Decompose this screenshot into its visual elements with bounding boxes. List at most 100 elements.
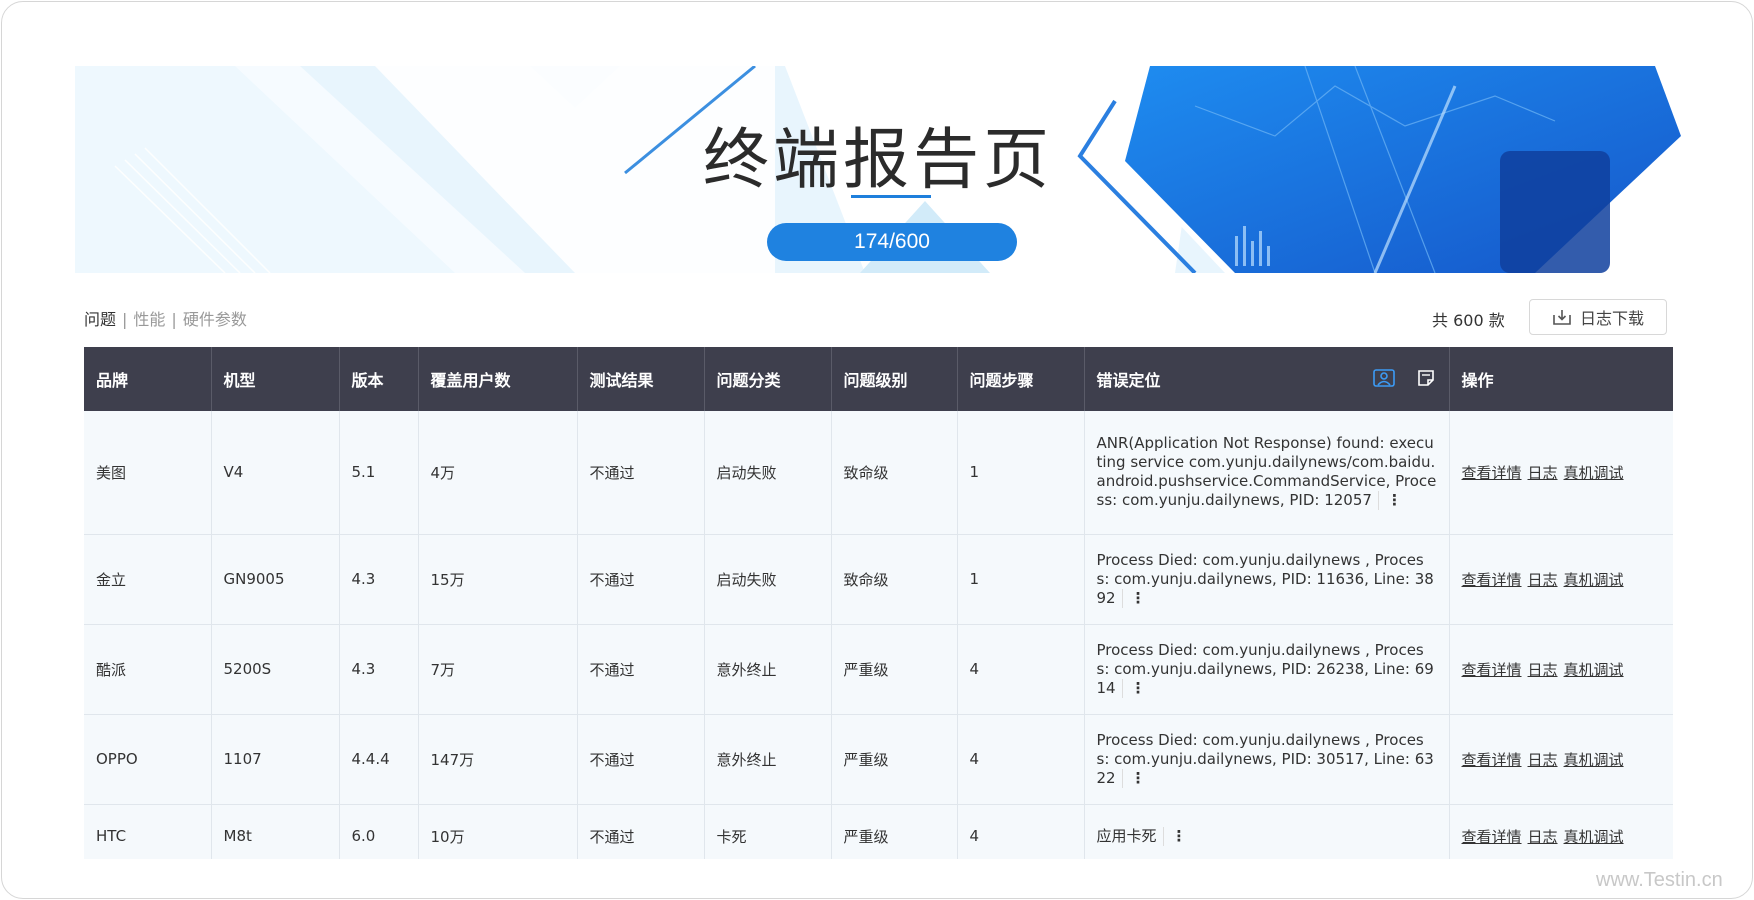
col-header-error-label: 错误定位: [1096, 371, 1161, 390]
error-text: Process Died: com.yunju.dailynews , Proc…: [1096, 640, 1434, 697]
more-icon[interactable]: ⋮: [1377, 491, 1402, 511]
cell-step: 4: [957, 804, 1085, 859]
cell-error: ANR(Application Not Response) found: exe…: [1084, 411, 1450, 535]
col-header-error: 错误定位: [1084, 347, 1450, 411]
cell-category: 意外终止: [704, 624, 832, 715]
cell-result: 不通过: [577, 804, 705, 859]
report-frame: 终端报告页 174/600 问题 | 性能 | 硬件参数 共 600 款 日志下载 品牌…: [1, 1, 1753, 899]
col-header-actions: 操作: [1449, 347, 1673, 411]
error-text: Process Died: com.yunju.dailynews , Proc…: [1096, 550, 1434, 607]
tab-separator: |: [122, 310, 128, 329]
issue-table: 品牌 机型 版本 覆盖用户数 测试结果 问题分类 问题级别 问题步骤 错误定位: [84, 347, 1673, 859]
more-icon[interactable]: ⋮: [1162, 826, 1187, 846]
cell-error: Process Died: com.yunju.dailynews , Proc…: [1084, 714, 1450, 805]
cell-users: 147万: [418, 714, 578, 805]
tab-performance[interactable]: 性能: [133, 306, 165, 330]
cell-category: 意外终止: [704, 714, 832, 805]
cell-category: 卡死: [704, 804, 832, 859]
cell-level: 严重级: [831, 714, 958, 805]
remote-debug-link[interactable]: 真机调试: [1564, 751, 1624, 769]
report-tabs: 问题 | 性能 | 硬件参数: [84, 306, 247, 330]
cell-actions: 查看详情 日志 真机调试: [1449, 624, 1673, 715]
table-header-row: 品牌 机型 版本 覆盖用户数 测试结果 问题分类 问题级别 问题步骤 错误定位: [84, 347, 1673, 411]
cell-step: 4: [957, 714, 1085, 805]
view-detail-link[interactable]: 查看详情: [1462, 464, 1522, 482]
cell-level: 致命级: [831, 411, 958, 535]
cell-error: Process Died: com.yunju.dailynews , Proc…: [1084, 534, 1450, 625]
table-row: 美图 V4 5.1 4万 不通过 启动失败 致命级 1 ANR(Application Not …: [84, 411, 1673, 535]
cell-brand: 金立: [84, 534, 212, 625]
banner: 终端报告页 174/600: [75, 66, 1681, 273]
log-link[interactable]: 日志: [1528, 571, 1558, 589]
log-link[interactable]: 日志: [1528, 464, 1558, 482]
col-header-step: 问题步骤: [957, 347, 1085, 411]
cell-category: 启动失败: [704, 411, 832, 535]
tab-hardware[interactable]: 硬件参数: [183, 306, 247, 330]
remote-debug-link[interactable]: 真机调试: [1564, 661, 1624, 679]
more-icon[interactable]: ⋮: [1121, 768, 1146, 788]
cell-model: 5200S: [211, 624, 340, 715]
cell-step: 4: [957, 624, 1085, 715]
cell-result: 不通过: [577, 624, 705, 715]
log-link[interactable]: 日志: [1528, 751, 1558, 769]
cell-actions: 查看详情 日志 真机调试: [1449, 804, 1673, 859]
cell-result: 不通过: [577, 714, 705, 805]
cell-model: 1107: [211, 714, 340, 805]
remote-debug-link[interactable]: 真机调试: [1564, 571, 1624, 589]
col-header-version: 版本: [339, 347, 419, 411]
remote-debug-link[interactable]: 真机调试: [1564, 464, 1624, 482]
cell-version: 4.4.4: [339, 714, 419, 805]
cell-users: 15万: [418, 534, 578, 625]
cell-step: 1: [957, 534, 1085, 625]
view-detail-link[interactable]: 查看详情: [1462, 751, 1522, 769]
view-detail-link[interactable]: 查看详情: [1462, 661, 1522, 679]
cell-users: 4万: [418, 411, 578, 535]
col-header-brand: 品牌: [84, 347, 212, 411]
cell-level: 严重级: [831, 804, 958, 859]
user-capture-icon[interactable]: [1372, 369, 1395, 387]
tab-separator: |: [171, 310, 177, 329]
cell-level: 致命级: [831, 534, 958, 625]
cell-brand: OPPO: [84, 714, 212, 805]
cell-model: M8t: [211, 804, 340, 859]
col-header-level: 问题级别: [831, 347, 958, 411]
cell-version: 5.1: [339, 411, 419, 535]
cell-version: 4.3: [339, 624, 419, 715]
log-download-label: 日志下载: [1579, 309, 1644, 328]
title-underline: [851, 195, 931, 198]
cell-brand: 酷派: [84, 624, 212, 715]
cell-result: 不通过: [577, 411, 705, 535]
more-icon[interactable]: ⋮: [1121, 678, 1146, 698]
progress-badge: 174/600: [767, 223, 1017, 261]
error-text: 应用卡死: [1096, 826, 1157, 845]
cell-model: V4: [211, 411, 340, 535]
cell-version: 4.3: [339, 534, 419, 625]
cell-error: 应用卡死 ⋮: [1084, 804, 1450, 859]
error-text: Process Died: com.yunju.dailynews , Proc…: [1096, 730, 1434, 787]
cell-users: 10万: [418, 804, 578, 859]
issue-table-wrap: 品牌 机型 版本 覆盖用户数 测试结果 问题分类 问题级别 问题步骤 错误定位: [84, 347, 1673, 859]
watermark: www.Testin.cn: [1596, 869, 1723, 891]
col-header-users: 覆盖用户数: [418, 347, 578, 411]
log-download-button[interactable]: 日志下载: [1529, 299, 1667, 335]
cell-users: 7万: [418, 624, 578, 715]
cell-error: Process Died: com.yunju.dailynews , Proc…: [1084, 624, 1450, 715]
view-detail-link[interactable]: 查看详情: [1462, 828, 1522, 846]
view-detail-link[interactable]: 查看详情: [1462, 571, 1522, 589]
note-icon[interactable]: [1417, 369, 1435, 387]
error-header-tools: [1372, 369, 1435, 387]
download-tray-icon: [1553, 310, 1571, 325]
table-row: HTC M8t 6.0 10万 不通过 卡死 严重级 4 应用卡死 ⋮ 查看详情 日志 真机调试: [84, 804, 1673, 859]
cell-version: 6.0: [339, 804, 419, 859]
log-link[interactable]: 日志: [1528, 828, 1558, 846]
remote-debug-link[interactable]: 真机调试: [1564, 828, 1624, 846]
cell-actions: 查看详情 日志 真机调试: [1449, 534, 1673, 625]
log-link[interactable]: 日志: [1528, 661, 1558, 679]
page-title: 终端报告页: [703, 121, 1053, 198]
more-icon[interactable]: ⋮: [1121, 588, 1146, 608]
col-header-category: 问题分类: [704, 347, 832, 411]
tab-issues[interactable]: 问题: [84, 306, 116, 330]
total-count: 共 600 款: [1432, 311, 1505, 330]
col-header-model: 机型: [211, 347, 340, 411]
cell-step: 1: [957, 411, 1085, 535]
